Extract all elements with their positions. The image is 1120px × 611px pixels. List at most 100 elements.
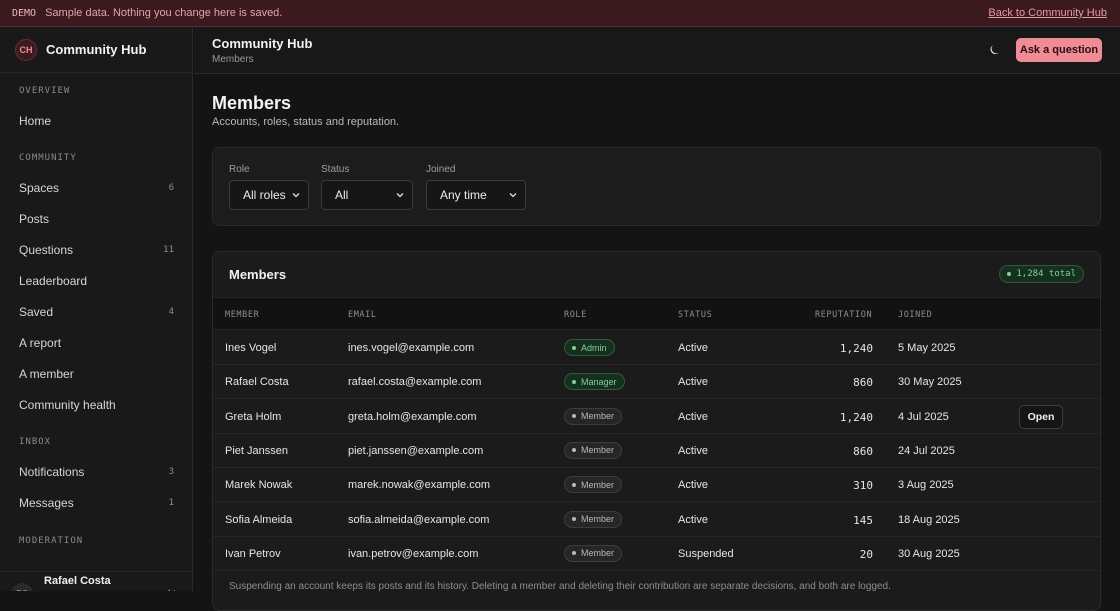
member-reputation: 1,240 [839, 342, 873, 355]
sidebar-item-questions[interactable]: Questions 11 [0, 234, 192, 265]
role-filter-label: Role [229, 164, 250, 175]
sidebar-item-a-report[interactable]: A report [0, 327, 192, 358]
role-select[interactable]: All roles [229, 180, 309, 210]
status-filter-label: Status [321, 164, 350, 175]
demo-banner: DEMO Sample data. Nothing you change her… [0, 0, 1120, 27]
demo-message: Sample data. Nothing you change here is … [45, 7, 283, 19]
table-row[interactable]: Piet Janssen piet.janssen@example.com Memb… [213, 434, 1100, 468]
column-email[interactable]: EMAIL [348, 310, 377, 320]
sidebar-item-label: Leaderboard [19, 273, 88, 288]
back-to-hub-link[interactable]: Back to Community Hub [988, 7, 1107, 19]
table-row[interactable]: Sofia Almeida sofia.almeida@example.com Me… [213, 503, 1100, 537]
role-text: Member [581, 479, 615, 490]
member-status: Active [678, 410, 708, 423]
table-row[interactable]: Ines Vogel ines.vogel@example.com Admin Act… [213, 331, 1100, 365]
role-text: Member [581, 548, 615, 559]
sidebar-item-leaderboard[interactable]: Leaderboard [0, 265, 192, 296]
sidebar-user[interactable]: RC Rafael Costa ↪ [0, 571, 192, 591]
member-status: Active [678, 479, 708, 492]
member-email: piet.janssen@example.com [348, 444, 484, 457]
member-name: Rafael Costa [225, 376, 289, 389]
table-row[interactable]: Rafael Costa rafael.costa@example.com Mana… [213, 365, 1100, 400]
sidebar-section-label: MODERATION [19, 536, 84, 546]
filters-panel: Role All roles Status All Joined Any tim… [212, 147, 1101, 226]
sidebar-item-community-health[interactable]: Community health [0, 389, 192, 420]
avatar: RC [11, 582, 33, 591]
role-badge: Member [564, 407, 623, 425]
member-name: Ivan Petrov [225, 547, 281, 560]
sidebar-item-label: A report [19, 335, 62, 350]
member-reputation: 860 [853, 444, 873, 458]
member-status: Active [678, 376, 708, 389]
role-text: Member [581, 445, 615, 456]
sidebar-section-label: COMMUNITY [19, 153, 77, 163]
column-member[interactable]: MEMBER [225, 310, 259, 320]
sidebar-item-saved[interactable]: Saved 4 [0, 296, 192, 327]
role-badge: Member [564, 441, 623, 459]
page-title: Members [212, 93, 292, 113]
table-row[interactable]: Greta Holm greta.holm@example.com Member Ac… [213, 400, 1100, 434]
sidebar-item-messages[interactable]: Messages 1 [0, 487, 192, 518]
member-joined: 3 Aug 2025 [898, 479, 954, 492]
page-subtitle: Accounts, roles, status and reputation. [212, 116, 400, 128]
role-dot [572, 448, 576, 453]
member-joined: 30 May 2025 [898, 376, 962, 389]
members-card: Members 1,284 total MEMBER EMAIL ROLE ST… [212, 251, 1101, 611]
status-filter: Status All [321, 164, 413, 210]
member-joined: 4 Jul 2025 [898, 410, 949, 423]
sidebar-item-posts[interactable]: Posts [0, 203, 192, 234]
open-member-button[interactable]: Open [1019, 404, 1063, 429]
column-role[interactable]: ROLE [564, 310, 587, 320]
sidebar-item-count: 4 [168, 306, 174, 317]
column-reputation[interactable]: REPUTATION [815, 310, 872, 320]
member-name: Piet Janssen [225, 444, 288, 457]
moon-icon[interactable] [989, 44, 1001, 56]
member-status: Active [678, 444, 708, 457]
column-status[interactable]: STATUS [678, 310, 712, 320]
sidebar-item-label: Community health [19, 397, 116, 412]
sidebar-item-count: 11 [163, 244, 174, 255]
table-row[interactable]: Marek Nowak marek.nowak@example.com Member… [213, 468, 1100, 503]
sidebar-item-notifications[interactable]: Notifications 3 [0, 456, 192, 487]
member-name: Marek Nowak [225, 479, 293, 492]
member-email: greta.holm@example.com [348, 410, 477, 423]
member-joined: 30 Aug 2025 [898, 547, 960, 560]
member-email: ines.vogel@example.com [348, 342, 475, 354]
topbar-title: Community Hub [212, 36, 313, 51]
sidebar-item-count: 3 [168, 466, 174, 477]
sign-out-icon[interactable]: ↪ [168, 586, 177, 591]
sidebar-item-spaces[interactable]: Spaces 6 [0, 172, 192, 203]
member-email: marek.nowak@example.com [348, 479, 490, 492]
column-joined[interactable]: JOINED [898, 310, 932, 320]
user-name: Rafael Costa [44, 574, 111, 587]
total-badge-text: 1,284 total [1016, 269, 1076, 279]
sidebar-item-home[interactable]: Home [0, 105, 192, 136]
sidebar-item-count: 1 [168, 497, 174, 508]
role-text: Member [581, 514, 615, 524]
status-dot [1007, 272, 1012, 276]
member-joined: 24 Jul 2025 [898, 444, 955, 457]
role-dot [572, 379, 576, 384]
sidebar: CH Community Hub OVERVIEW Home COMMUNITY Sp… [0, 27, 193, 591]
role-filter: Role All roles [229, 164, 309, 210]
brand-logo: CH [15, 38, 37, 61]
joined-select[interactable]: Any time [426, 180, 526, 210]
topbar: Community Hub Members Ask a question [194, 27, 1120, 74]
role-text: Admin [581, 342, 607, 353]
role-dot [572, 345, 576, 350]
sidebar-item-a-member[interactable]: A member [0, 358, 192, 389]
role-badge: Member [564, 544, 623, 562]
sidebar-brand[interactable]: CH Community Hub [0, 27, 192, 73]
status-select[interactable]: All [321, 180, 413, 210]
table-row[interactable]: Ivan Petrov ivan.petrov@example.com Member… [213, 537, 1100, 571]
joined-filter: Joined Any time [426, 164, 526, 210]
role-badge: Member [564, 476, 623, 494]
member-reputation: 145 [853, 513, 873, 527]
member-email: sofia.almeida@example.com [348, 513, 490, 526]
sidebar-item-label: A member [19, 366, 74, 381]
member-reputation: 310 [853, 479, 873, 493]
member-reputation: 860 [853, 376, 873, 390]
member-name: Ines Vogel [225, 342, 277, 354]
ask-question-button[interactable]: Ask a question [1016, 38, 1102, 62]
member-reputation: 20 [859, 547, 873, 561]
